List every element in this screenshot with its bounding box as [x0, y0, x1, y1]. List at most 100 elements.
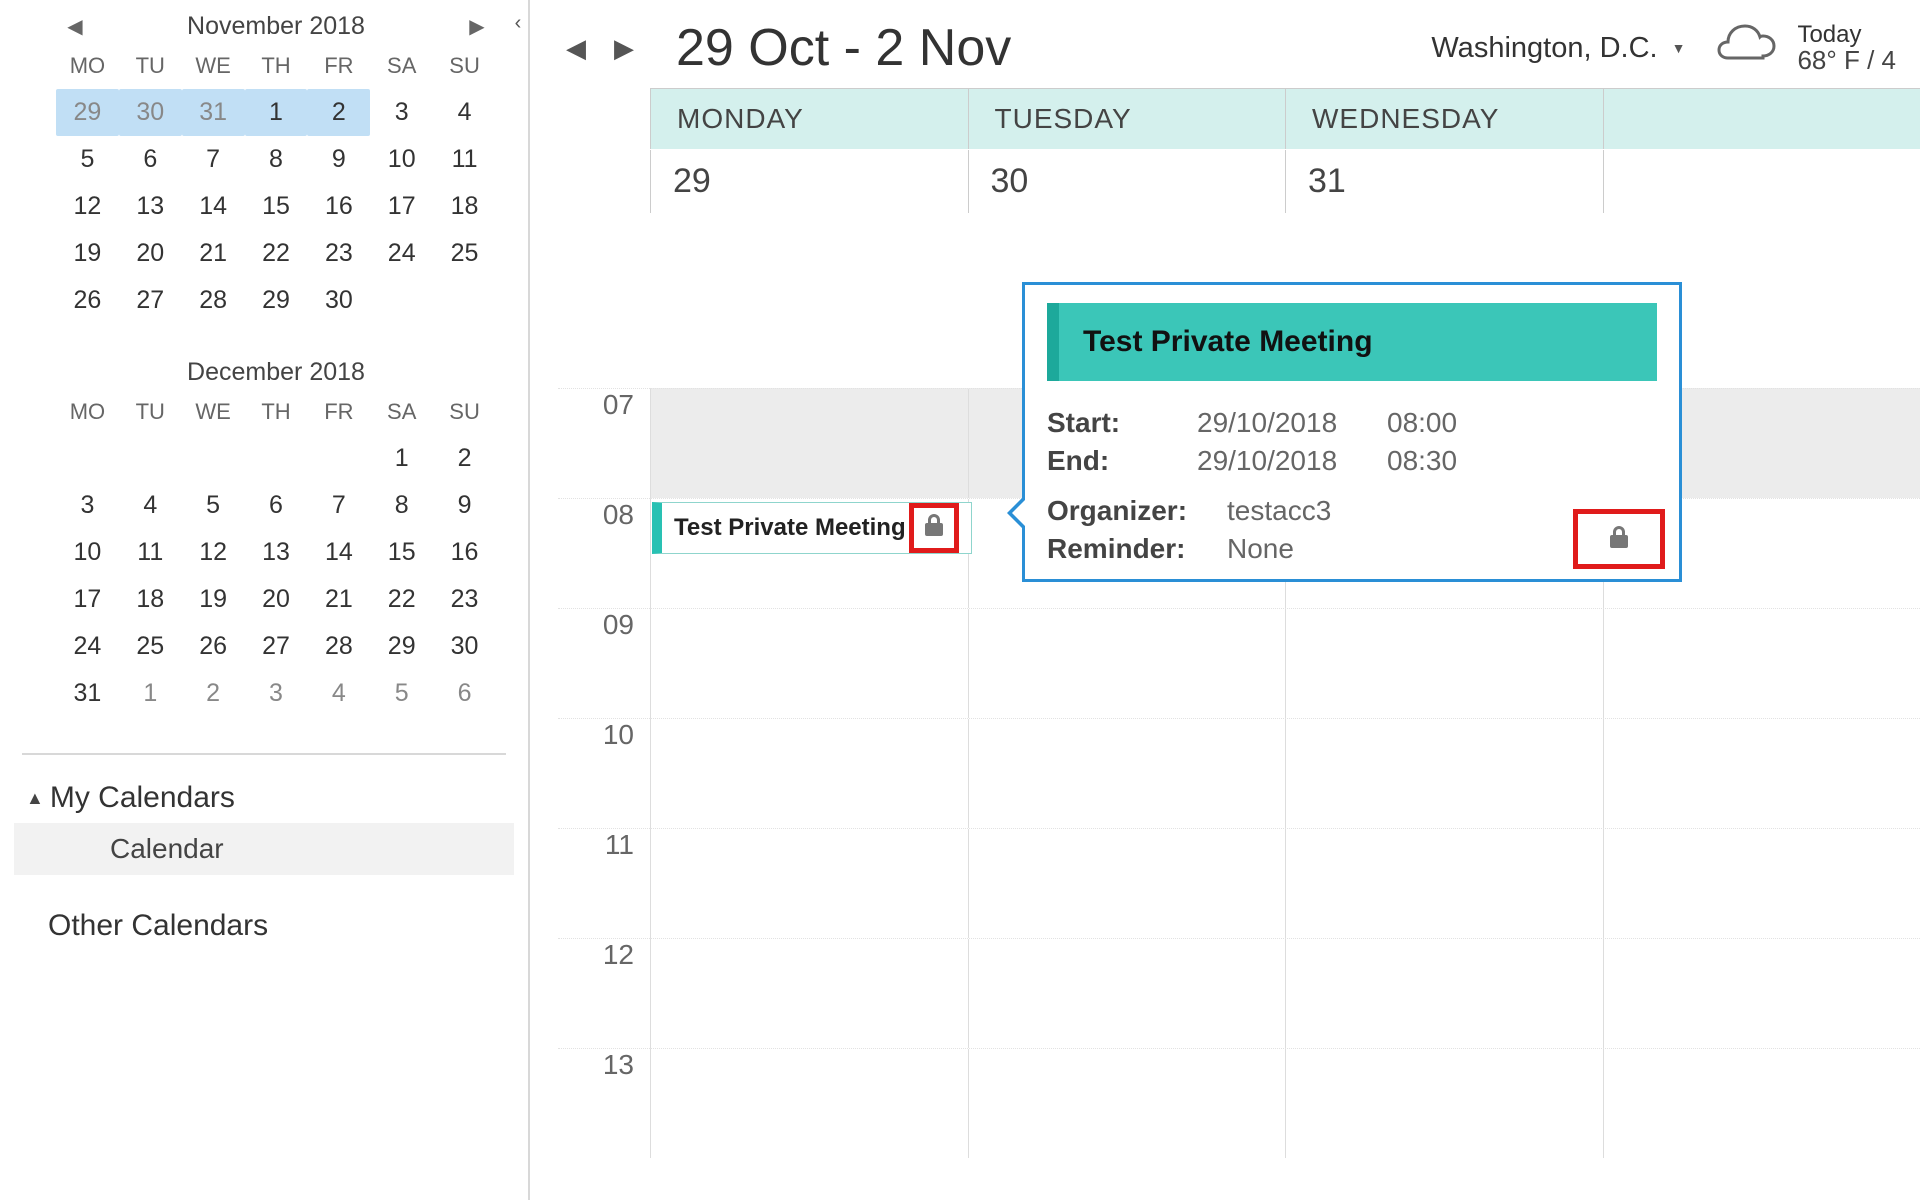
- mini-calendar-day[interactable]: 7: [182, 136, 245, 183]
- time-cell[interactable]: [1603, 719, 1920, 828]
- mini-calendar-day[interactable]: 21: [182, 230, 245, 277]
- mini-calendar-day[interactable]: 11: [433, 136, 496, 183]
- mini-calendar-day[interactable]: 8: [245, 136, 308, 183]
- time-cell[interactable]: [1285, 939, 1603, 1048]
- mini-calendar-day[interactable]: 23: [307, 230, 370, 277]
- mini-calendar-day[interactable]: 26: [56, 277, 119, 324]
- mini-calendar-day[interactable]: 31: [182, 89, 245, 136]
- time-cell[interactable]: [1285, 609, 1603, 718]
- mini-calendar-day[interactable]: 29: [245, 277, 308, 324]
- mini-calendar-day[interactable]: 20: [245, 576, 308, 623]
- mini-calendar-day[interactable]: 21: [307, 576, 370, 623]
- mini-calendar-day[interactable]: 4: [433, 89, 496, 136]
- time-row[interactable]: [650, 718, 1920, 828]
- time-row[interactable]: [650, 938, 1920, 1048]
- mini-calendar-day[interactable]: 7: [307, 482, 370, 529]
- mini-calendar-day[interactable]: 2: [433, 435, 496, 482]
- mini-calendar-day[interactable]: 6: [245, 482, 308, 529]
- calendar-grid[interactable]: MONDAYTUESDAYWEDNESDAY 293031 0708091011…: [530, 88, 1920, 1200]
- mini-calendar-day[interactable]: 4: [119, 482, 182, 529]
- mini-calendar-day[interactable]: 10: [370, 136, 433, 183]
- mini-calendar-day[interactable]: 12: [182, 529, 245, 576]
- prev-week-button[interactable]: ◀: [566, 33, 586, 64]
- mini-calendar-day[interactable]: 24: [56, 623, 119, 670]
- time-cell[interactable]: [1285, 1049, 1603, 1158]
- collapse-sidebar-button[interactable]: ‹: [504, 6, 532, 40]
- mini-calendar-day[interactable]: 2: [307, 89, 370, 136]
- mini-calendar-day[interactable]: 19: [56, 230, 119, 277]
- time-cell[interactable]: [650, 829, 968, 938]
- mini-calendar-day[interactable]: 3: [245, 670, 308, 717]
- day-date[interactable]: [1603, 150, 1920, 213]
- mini-calendar-day[interactable]: 18: [119, 576, 182, 623]
- weather-location-dropdown[interactable]: Washington, D.C. ▼: [1431, 32, 1685, 65]
- next-week-button[interactable]: ▶: [614, 33, 634, 64]
- time-row[interactable]: [650, 608, 1920, 718]
- mini-calendar-day[interactable]: 2: [182, 670, 245, 717]
- time-cell[interactable]: [1603, 1049, 1920, 1158]
- time-cell[interactable]: [1285, 829, 1603, 938]
- mini-calendar-day[interactable]: 13: [119, 183, 182, 230]
- mini-calendar-day[interactable]: 22: [370, 576, 433, 623]
- time-cell[interactable]: [650, 719, 968, 828]
- mini-calendar-day[interactable]: 23: [433, 576, 496, 623]
- time-cell[interactable]: [968, 1049, 1286, 1158]
- my-calendars-group[interactable]: ▲ My Calendars: [0, 763, 528, 819]
- mini-calendar-day[interactable]: 17: [370, 183, 433, 230]
- next-month-button[interactable]: ▶: [462, 14, 492, 39]
- mini-calendar-day[interactable]: 15: [245, 183, 308, 230]
- time-cell[interactable]: [650, 1049, 968, 1158]
- mini-calendar-day[interactable]: 1: [245, 89, 308, 136]
- mini-calendar-day[interactable]: 1: [370, 435, 433, 482]
- mini-calendar-day[interactable]: 26: [182, 623, 245, 670]
- mini-calendar-day[interactable]: 8: [370, 482, 433, 529]
- time-cell[interactable]: [968, 829, 1286, 938]
- time-cell[interactable]: [1603, 609, 1920, 718]
- mini-calendar-day[interactable]: 30: [119, 89, 182, 136]
- time-cell[interactable]: [968, 719, 1286, 828]
- time-row[interactable]: [650, 1048, 1920, 1158]
- time-cell[interactable]: [650, 389, 968, 498]
- mini-calendar-day[interactable]: 4: [307, 670, 370, 717]
- day-date[interactable]: 29: [650, 150, 968, 213]
- time-cell[interactable]: [650, 609, 968, 718]
- mini-calendar-day[interactable]: 16: [307, 183, 370, 230]
- prev-month-button[interactable]: ◀: [60, 14, 90, 39]
- mini-calendar-day[interactable]: 25: [119, 623, 182, 670]
- mini-calendar-day[interactable]: 27: [245, 623, 308, 670]
- mini-calendar-day[interactable]: 22: [245, 230, 308, 277]
- mini-calendar-day[interactable]: 16: [433, 529, 496, 576]
- weather-widget[interactable]: Today 68° F / 4: [1715, 22, 1896, 74]
- mini-calendar-day[interactable]: 10: [56, 529, 119, 576]
- time-cell[interactable]: [1285, 719, 1603, 828]
- calendar-event[interactable]: Test Private Meeting: [652, 502, 972, 554]
- time-cell[interactable]: [650, 939, 968, 1048]
- mini-calendar-day[interactable]: 9: [307, 136, 370, 183]
- time-cell[interactable]: [968, 609, 1286, 718]
- mini-calendar-day[interactable]: 30: [433, 623, 496, 670]
- mini-calendar-day[interactable]: 3: [370, 89, 433, 136]
- mini-calendar-day[interactable]: 5: [370, 670, 433, 717]
- mini-calendar-day[interactable]: 30: [307, 277, 370, 324]
- mini-calendar-day[interactable]: 5: [56, 136, 119, 183]
- day-date[interactable]: 30: [968, 150, 1286, 213]
- mini-calendar-day[interactable]: 27: [119, 277, 182, 324]
- mini-calendar-day[interactable]: 12: [56, 183, 119, 230]
- time-row[interactable]: [650, 828, 1920, 938]
- mini-calendar-day[interactable]: 28: [182, 277, 245, 324]
- mini-calendar-day[interactable]: 25: [433, 230, 496, 277]
- mini-calendar-day[interactable]: 6: [119, 136, 182, 183]
- mini-calendar-day[interactable]: 1: [119, 670, 182, 717]
- mini-calendar-day[interactable]: 3: [56, 482, 119, 529]
- mini-calendar-day[interactable]: 6: [433, 670, 496, 717]
- time-cell[interactable]: [968, 939, 1286, 1048]
- mini-calendar-day[interactable]: 18: [433, 183, 496, 230]
- mini-calendar-day[interactable]: 15: [370, 529, 433, 576]
- time-cell[interactable]: [1603, 939, 1920, 1048]
- time-cell[interactable]: [1603, 829, 1920, 938]
- mini-calendar-day[interactable]: 9: [433, 482, 496, 529]
- mini-calendar-day[interactable]: 13: [245, 529, 308, 576]
- mini-calendar-day[interactable]: 20: [119, 230, 182, 277]
- mini-calendar-day[interactable]: 19: [182, 576, 245, 623]
- other-calendars-group[interactable]: Other Calendars: [0, 879, 528, 947]
